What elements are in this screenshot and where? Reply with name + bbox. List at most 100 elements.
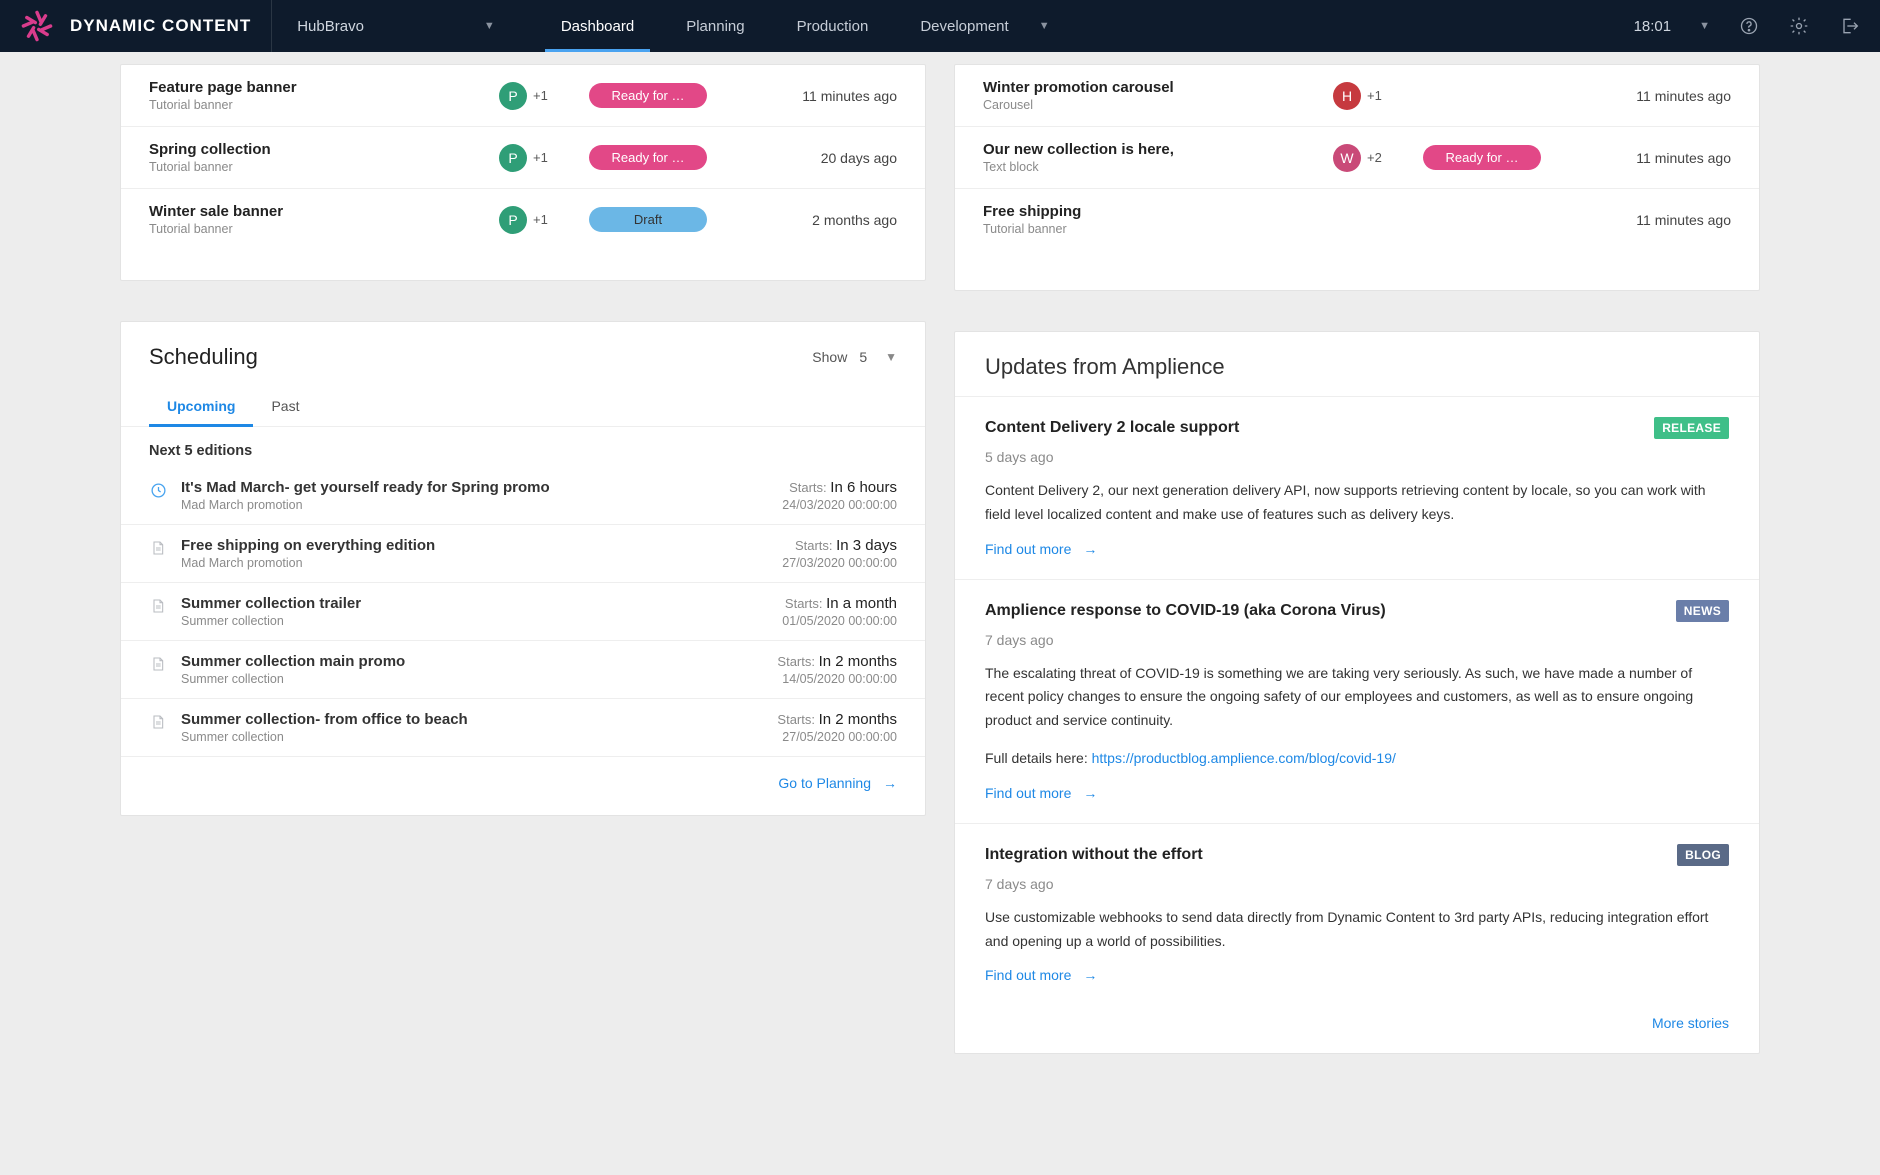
edition-row[interactable]: Free shipping on everything editionMad M…: [121, 525, 925, 583]
status-badge: Ready for …: [589, 145, 707, 170]
edition-main: Summer collection trailerSummer collecti…: [181, 595, 768, 628]
edition-title: Summer collection main promo: [181, 653, 763, 670]
gear-icon[interactable]: [1788, 15, 1810, 37]
content-subtitle: Tutorial banner: [983, 222, 1333, 236]
find-out-more-link[interactable]: Find out more→: [985, 967, 1097, 983]
nav-item-production[interactable]: Production: [771, 0, 895, 52]
editions-list: It's Mad March- get yourself ready for S…: [121, 467, 925, 757]
content-subtitle: Tutorial banner: [149, 222, 499, 236]
update-top: Amplience response to COVID-19 (aka Coro…: [985, 600, 1729, 622]
chevron-down-icon: ▼: [484, 20, 495, 32]
nav-item-planning[interactable]: Planning: [660, 0, 770, 52]
status-col: Draft: [589, 207, 714, 232]
content-subtitle: Carousel: [983, 98, 1333, 112]
update-body: Use customizable webhooks to send data d…: [985, 906, 1729, 954]
update-title: Integration without the effort: [985, 846, 1203, 864]
edition-row[interactable]: Summer collection- from office to beachS…: [121, 699, 925, 757]
nav-item-development[interactable]: Development▼: [894, 0, 1075, 52]
status-col: Ready for …: [589, 145, 714, 170]
content-row[interactable]: Winter promotion carouselCarouselH+111 m…: [955, 65, 1759, 126]
chevron-down-icon: ▼: [1039, 20, 1050, 32]
content-row[interactable]: Winter sale bannerTutorial bannerP+1Draf…: [121, 188, 925, 250]
update-item: Content Delivery 2 locale supportRELEASE…: [955, 397, 1759, 580]
update-item: Amplience response to COVID-19 (aka Coro…: [955, 580, 1759, 824]
arrow-right-icon: →: [883, 775, 897, 791]
brand: DYNAMIC CONTENT: [20, 9, 271, 43]
clock-time: 18:01: [1634, 18, 1672, 35]
update-age: 7 days ago: [985, 632, 1729, 648]
show-label: Show: [812, 349, 847, 365]
nav-label: Production: [797, 18, 869, 35]
document-icon: [149, 655, 167, 673]
link-label: Find out more: [985, 785, 1071, 801]
edition-subtitle: Mad March promotion: [181, 498, 768, 512]
clock[interactable]: 18:01 ▼: [1634, 18, 1710, 35]
content-list: Feature page bannerTutorial bannerP+1Rea…: [121, 65, 925, 250]
logout-icon[interactable]: [1838, 15, 1860, 37]
time-ago: 11 minutes ago: [802, 88, 897, 104]
assignee-count: +2: [1367, 150, 1382, 165]
nav-item-dashboard[interactable]: Dashboard: [535, 0, 660, 52]
content-row[interactable]: Spring collectionTutorial bannerP+1Ready…: [121, 126, 925, 188]
find-out-more-link[interactable]: Find out more→: [985, 785, 1097, 801]
assignees: P+1: [499, 206, 589, 234]
assignees: P+1: [499, 82, 589, 110]
main-nav: DashboardPlanning Production Development▼: [535, 0, 1076, 52]
edition-title: It's Mad March- get yourself ready for S…: [181, 479, 768, 496]
status-col: Ready for …: [1423, 145, 1548, 170]
edition-subtitle: Summer collection: [181, 730, 763, 744]
content-subtitle: Tutorial banner: [149, 160, 499, 174]
content-meta: Winter sale bannerTutorial banner: [149, 203, 499, 236]
update-badge: NEWS: [1676, 600, 1729, 622]
updates-list: Content Delivery 2 locale supportRELEASE…: [955, 397, 1759, 1005]
starts-label: Starts:: [789, 480, 830, 495]
starts-label: Starts:: [795, 538, 836, 553]
right-column: Winter promotion carouselCarouselH+111 m…: [954, 64, 1760, 1054]
more-stories-link[interactable]: More stories: [1652, 1015, 1729, 1031]
status-badge: Draft: [589, 207, 707, 232]
chevron-down-icon: ▼: [1699, 20, 1710, 32]
edition-title: Summer collection trailer: [181, 595, 768, 612]
go-to-planning-link[interactable]: Go to Planning →: [778, 775, 897, 791]
scheduling-footer: Go to Planning →: [121, 757, 925, 815]
recent-content-card: Feature page bannerTutorial bannerP+1Rea…: [120, 64, 926, 281]
update-body: Content Delivery 2, our next generation …: [985, 479, 1729, 527]
find-out-more-link[interactable]: Find out more→: [985, 541, 1097, 557]
scheduling-header: Scheduling Show 5 ▼: [121, 322, 925, 386]
show-count-dropdown[interactable]: 5 ▼: [859, 349, 897, 365]
content-row[interactable]: Free shipping Tutorial banner 11 minutes a…: [955, 188, 1759, 250]
assignees: P+1: [499, 144, 589, 172]
avatar: P: [499, 144, 527, 172]
update-body: The escalating threat of COVID-19 is som…: [985, 662, 1729, 733]
content-subtitle: Tutorial banner: [149, 98, 499, 112]
edition-timing: Starts: In 6 hours24/03/2020 00:00:00: [782, 479, 897, 512]
time-ago: 20 days ago: [821, 150, 897, 166]
time-ago: 11 minutes ago: [1636, 150, 1731, 166]
help-icon[interactable]: [1738, 15, 1760, 37]
content-meta: Winter promotion carouselCarousel: [983, 79, 1333, 112]
content-row[interactable]: Feature page bannerTutorial bannerP+1Rea…: [121, 65, 925, 126]
content-row[interactable]: Our new collection is here,Text blockW+2…: [955, 126, 1759, 188]
edition-row[interactable]: Summer collection main promoSummer colle…: [121, 641, 925, 699]
tab-past[interactable]: Past: [253, 386, 317, 426]
content-title: Free shipping: [983, 203, 1333, 220]
content-title: Feature page banner: [149, 79, 499, 96]
logo-icon: [20, 9, 54, 43]
edition-row[interactable]: It's Mad March- get yourself ready for S…: [121, 467, 925, 525]
page-body: Feature page bannerTutorial bannerP+1Rea…: [0, 52, 1880, 1094]
link-label: Go to Planning: [778, 775, 871, 791]
clock-icon: [149, 481, 167, 499]
starts-label: Starts:: [777, 712, 818, 727]
tab-upcoming[interactable]: Upcoming: [149, 386, 253, 426]
show-value: 5: [859, 349, 867, 365]
hub-selector[interactable]: HubBravo ▼: [271, 0, 535, 52]
update-badge: RELEASE: [1654, 417, 1729, 439]
update-age: 7 days ago: [985, 876, 1729, 892]
assignee-count: +1: [1367, 88, 1382, 103]
app-name: DYNAMIC CONTENT: [70, 16, 251, 36]
update-inline-link[interactable]: https://productblog.amplience.com/blog/c…: [1092, 750, 1396, 766]
avatar: P: [499, 82, 527, 110]
edition-row[interactable]: Summer collection trailerSummer collecti…: [121, 583, 925, 641]
time-ago: 11 minutes ago: [1636, 212, 1731, 228]
starts-relative: In 6 hours: [830, 479, 897, 496]
